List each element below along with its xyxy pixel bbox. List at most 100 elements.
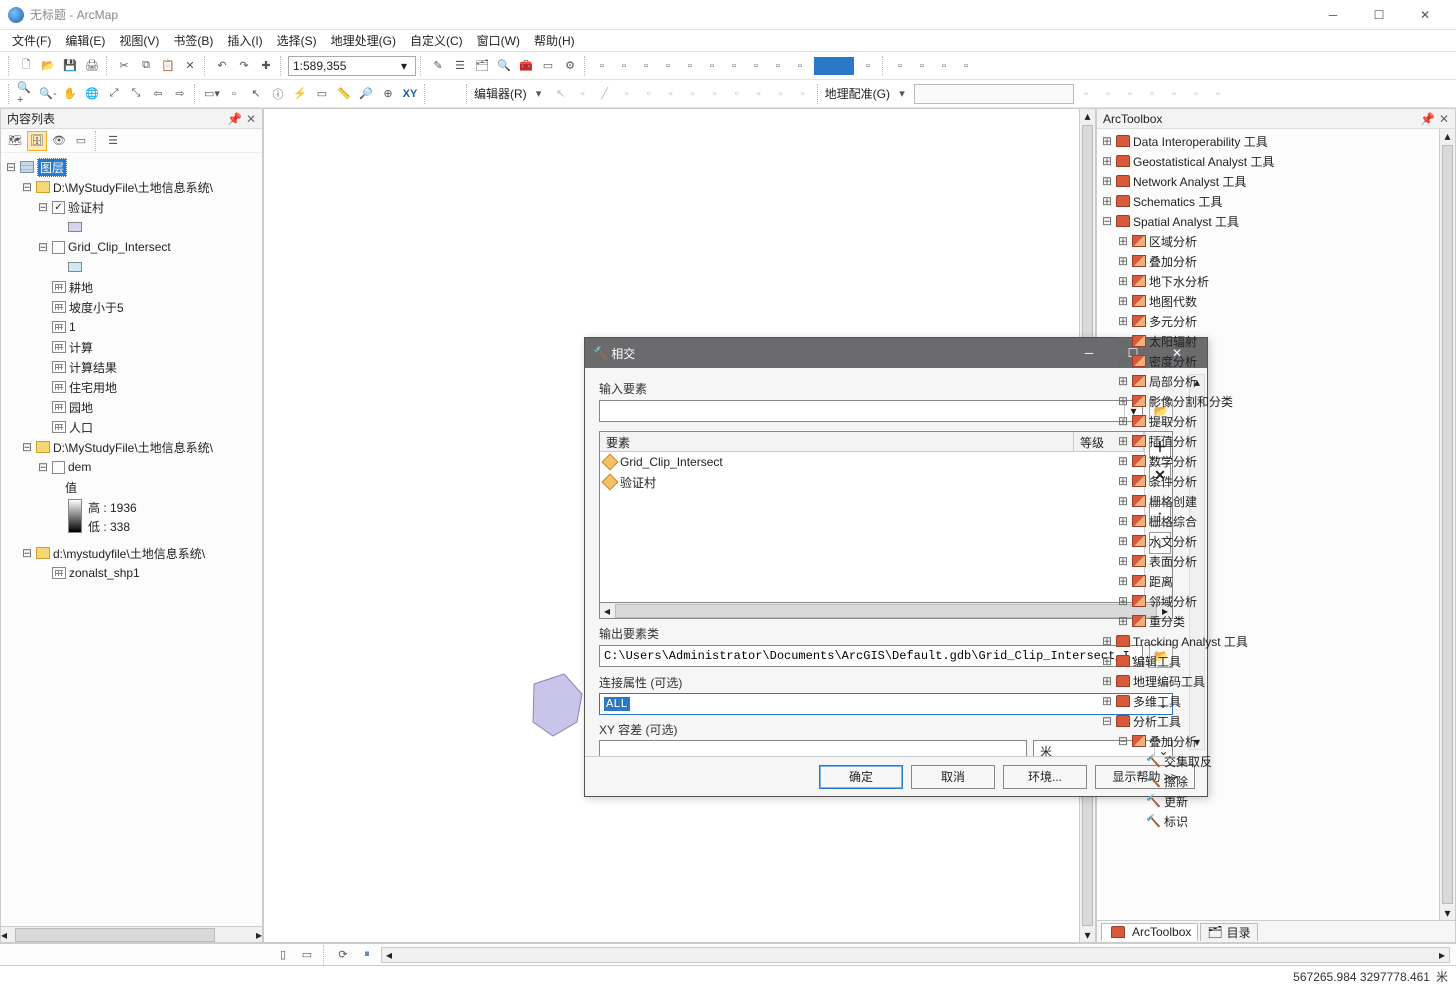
toggle-icon[interactable]: ⊞	[1117, 274, 1129, 289]
input-features-field[interactable]	[600, 401, 1124, 421]
toolbox-node[interactable]: ⊞影像分割和分类	[1099, 391, 1453, 411]
tree-layer[interactable]: ⊟Grid_Clip_Intersect	[3, 237, 260, 257]
options-icon[interactable]: ☰	[103, 131, 123, 151]
toolbox-tool[interactable]: 🔨交集取反	[1099, 751, 1453, 771]
arctoolbox-icon[interactable]: 🧰	[516, 56, 536, 76]
measure-icon[interactable]: 📏	[334, 84, 354, 104]
editor-menu[interactable]: 编辑器(R)	[474, 85, 527, 102]
tree-symbol[interactable]	[3, 257, 260, 277]
toolbox-node[interactable]: ⊞栅格综合	[1099, 511, 1453, 531]
tree-datasource[interactable]: ⊟d:\mystudyfile\土地信息系统\	[3, 543, 260, 563]
tree-table[interactable]: 1	[3, 317, 260, 337]
misc-icon[interactable]: ▫	[680, 56, 700, 76]
close-button[interactable]: ✕	[1402, 1, 1448, 29]
close-icon[interactable]: ✕	[1439, 112, 1449, 126]
layout-view-icon[interactable]: ▭	[297, 945, 317, 965]
tab-catalog[interactable]: 🗂目录	[1200, 923, 1257, 941]
tree-table[interactable]: 坡度小于5	[3, 297, 260, 317]
toolbox-node[interactable]: ⊞地理编码工具	[1099, 671, 1453, 691]
cancel-button[interactable]: 取消	[911, 765, 995, 789]
toolbox-node[interactable]: ⊞表面分析	[1099, 551, 1453, 571]
arctoolbox-tree[interactable]: ⊞Data Interoperability 工具⊞Geostatistical…	[1097, 129, 1455, 920]
catalog-icon[interactable]: 🗂	[472, 56, 492, 76]
map-canvas[interactable]: ▴ ▾ 🔨 相交 ─ ☐ ✕ ▴▾ 输入要素 ▾	[263, 108, 1096, 943]
tree-datasource[interactable]: ⊟D:\MyStudyFile\土地信息系统\	[3, 437, 260, 457]
select-elements-icon[interactable]: ↖	[246, 84, 266, 104]
features-hscrollbar[interactable]: ◂▸	[599, 603, 1173, 619]
toolbox-node[interactable]: ⊞邻域分析	[1099, 591, 1453, 611]
toolbox-node[interactable]: ⊞栅格创建	[1099, 491, 1453, 511]
arctoolbox-vscrollbar[interactable]: ▴▾	[1439, 129, 1455, 920]
toggle-icon[interactable]: ⊞	[1117, 314, 1129, 329]
menu-help[interactable]: 帮助(H)	[534, 32, 575, 49]
toggle-icon[interactable]: ⊞	[1117, 254, 1129, 269]
toggle-icon[interactable]: ⊞	[1117, 614, 1129, 629]
checkbox-on[interactable]: ✓	[52, 201, 65, 214]
toolbox-node[interactable]: ⊞编辑工具	[1099, 651, 1453, 671]
menu-customize[interactable]: 自定义(C)	[410, 32, 463, 49]
zoom-out-icon[interactable]: 🔍-	[38, 84, 58, 104]
toolbox-node[interactable]: ⊞多维工具	[1099, 691, 1453, 711]
misc-icon[interactable]: ▫	[768, 56, 788, 76]
toggle-icon[interactable]: ⊞	[1101, 654, 1113, 669]
toolbox-node[interactable]: ⊞密度分析	[1099, 351, 1453, 371]
chevron-down-icon[interactable]: ▾	[892, 84, 912, 104]
toolbox-node[interactable]: ⊞Schematics 工具	[1099, 191, 1453, 211]
toggle-icon[interactable]: ⊞	[1117, 414, 1129, 429]
misc-icon[interactable]: ▫	[890, 56, 910, 76]
misc-icon[interactable]: ▫	[746, 56, 766, 76]
toggle-icon[interactable]: ⊞	[1117, 354, 1129, 369]
input-features-combo[interactable]: ▾	[599, 400, 1143, 422]
xy-tol-input[interactable]	[600, 741, 1026, 756]
output-path-input[interactable]	[600, 646, 1142, 666]
output-path-field[interactable]	[599, 645, 1143, 667]
identify-icon[interactable]: ⓘ	[268, 84, 288, 104]
toggle-icon[interactable]: ⊞	[1117, 534, 1129, 549]
menu-insert[interactable]: 插入(I)	[227, 32, 262, 49]
fixed-zoom-in-icon[interactable]: ⤢	[104, 84, 124, 104]
print-icon[interactable]: 🖨	[82, 56, 102, 76]
maximize-button[interactable]: ☐	[1356, 1, 1402, 29]
tree-table[interactable]: zonalst_shp1	[3, 563, 260, 583]
search-icon[interactable]: 🔍	[494, 56, 514, 76]
toggle-icon[interactable]: ⊞	[1101, 634, 1113, 649]
new-icon[interactable]: 🗋	[16, 56, 36, 76]
toolbox-node[interactable]: ⊞地图代数	[1099, 291, 1453, 311]
toc-scrollbar[interactable]: ◂▸	[1, 926, 262, 942]
xy-tol-field[interactable]	[599, 740, 1027, 756]
toolbox-node[interactable]: ⊞Tracking Analyst 工具	[1099, 631, 1453, 651]
editor-toolbar-icon[interactable]: ✎	[428, 56, 448, 76]
misc-icon[interactable]: ▫	[790, 56, 810, 76]
toolbox-node[interactable]: ⊞多元分析	[1099, 311, 1453, 331]
toolbox-node[interactable]: ⊞插值分析	[1099, 431, 1453, 451]
pin-icon[interactable]: 📌	[227, 112, 242, 126]
menu-edit[interactable]: 编辑(E)	[65, 32, 105, 49]
toolbox-node[interactable]: ⊞条件分析	[1099, 471, 1453, 491]
tree-table[interactable]: 住宅用地	[3, 377, 260, 397]
toolbox-node[interactable]: ⊞水文分析	[1099, 531, 1453, 551]
toolbox-node[interactable]: ⊞太阳辐射	[1099, 331, 1453, 351]
toggle-icon[interactable]: ⊞	[1117, 514, 1129, 529]
hyperlink-icon[interactable]: ⚡	[290, 84, 310, 104]
clear-selection-icon[interactable]: ▫	[224, 84, 244, 104]
toggle-icon[interactable]: ⊞	[1101, 174, 1113, 189]
toc-tree[interactable]: ⊟图层 ⊟D:\MyStudyFile\土地信息系统\ ⊟✓验证村 ⊟Grid_…	[1, 153, 262, 926]
chevron-down-icon[interactable]: ▾	[529, 84, 549, 104]
toggle-icon[interactable]: ⊞	[1117, 594, 1129, 609]
find-icon[interactable]: 🔎	[356, 84, 376, 104]
menu-file[interactable]: 文件(F)	[12, 32, 51, 49]
open-icon[interactable]: 📂	[38, 56, 58, 76]
tab-arctoolbox[interactable]: ArcToolbox	[1101, 923, 1198, 941]
toggle-icon[interactable]: ⊞	[1101, 674, 1113, 689]
map-hscrollbar[interactable]: ◂▸	[381, 947, 1450, 963]
copy-icon[interactable]: ⧉	[136, 56, 156, 76]
pause-icon[interactable]: ⏸	[357, 945, 377, 965]
toolbox-node[interactable]: ⊞叠加分析	[1099, 251, 1453, 271]
undo-icon[interactable]: ↶	[212, 56, 232, 76]
pan-icon[interactable]: ✋	[60, 84, 80, 104]
misc-icon[interactable]: ▫	[592, 56, 612, 76]
toolbox-tool[interactable]: 🔨标识	[1099, 811, 1453, 831]
toggle-icon[interactable]: ⊞	[1117, 454, 1129, 469]
checkbox-off[interactable]	[52, 461, 65, 474]
ok-button[interactable]: 确定	[819, 765, 903, 789]
